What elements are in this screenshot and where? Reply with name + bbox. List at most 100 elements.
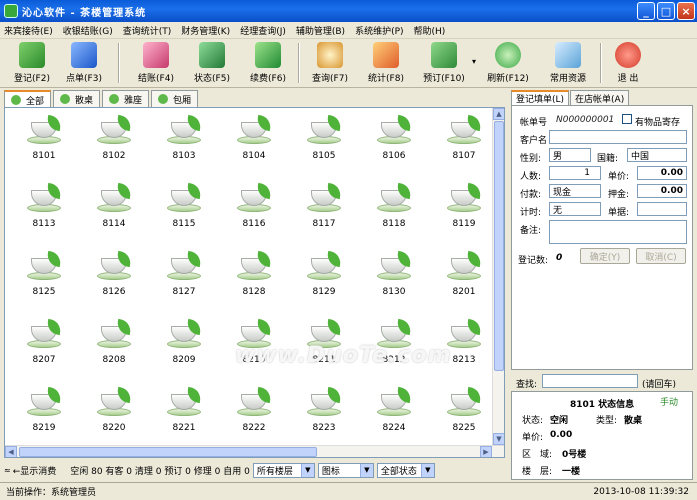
room-number: 8117 [312, 219, 336, 229]
horizontal-scroll-thumb[interactable] [19, 447, 317, 457]
menu-reception[interactable]: 来宾接待(E) [4, 24, 53, 37]
room-tile[interactable]: 8219 [16, 382, 72, 442]
menu-bar: 来宾接待(E) 收银结账(G) 查询统计(T) 财务管理(K) 经理查询(J) … [0, 22, 697, 39]
horizontal-scrollbar[interactable]: ◀ ▶ [5, 445, 504, 457]
tab-all[interactable]: 全部 [4, 90, 52, 108]
query-button[interactable]: 查询(F7) [306, 39, 354, 87]
teacup-icon [377, 250, 413, 284]
checkout-button[interactable]: 结账(F4) [132, 39, 180, 87]
room-tile[interactable]: 8223 [296, 382, 352, 442]
vertical-scroll-thumb[interactable] [494, 121, 504, 371]
minimize-button[interactable]: _ [637, 2, 655, 20]
exit-button[interactable]: 退 出 [608, 39, 648, 87]
menu-system[interactable]: 系统维护(P) [355, 24, 403, 37]
room-tile[interactable]: 8129 [296, 246, 352, 306]
menu-help[interactable]: 帮助(H) [414, 24, 446, 37]
pledge-input[interactable]: 0.00 [637, 184, 687, 198]
status-button[interactable]: 状态(F5) [188, 39, 236, 87]
refresh-button[interactable]: 刷新(F12) [482, 39, 534, 87]
room-tile[interactable]: 8118 [366, 178, 422, 238]
unit-price-value: 0.00 [550, 430, 573, 440]
nationality-select[interactable]: 中国 [627, 148, 687, 162]
room-tile[interactable]: 8113 [16, 178, 72, 238]
customer-input[interactable] [549, 130, 687, 144]
room-number: 8113 [32, 219, 56, 229]
room-tile[interactable]: 8209 [156, 314, 212, 374]
room-tile[interactable]: 8224 [366, 382, 422, 442]
room-tile[interactable]: 8117 [296, 178, 352, 238]
room-tile[interactable]: 8116 [226, 178, 282, 238]
room-tile[interactable]: 8126 [86, 246, 142, 306]
room-tile[interactable]: 8208 [86, 314, 142, 374]
room-tile[interactable]: 8114 [86, 178, 142, 238]
vertical-scrollbar[interactable]: ▲ ▼ [492, 108, 504, 445]
room-tile[interactable]: 8115 [156, 178, 212, 238]
remark-input[interactable] [549, 220, 687, 244]
tab-private-rooms[interactable]: 包厢 [151, 90, 199, 107]
room-tile[interactable]: 8125 [16, 246, 72, 306]
confirm-button[interactable]: 确定(Y) [580, 248, 630, 264]
teacup-icon [447, 182, 483, 216]
room-tile[interactable]: 8201 [436, 246, 492, 306]
reserve-button[interactable]: 预订(F10) [418, 39, 470, 87]
menu-auxiliary[interactable]: 辅助管理(B) [296, 24, 345, 37]
toggle-chevron-icon[interactable]: ≈ [4, 466, 11, 475]
room-tile[interactable]: 8107 [436, 110, 492, 170]
deposit-checkbox[interactable] [622, 114, 632, 124]
scroll-right-icon[interactable]: ▶ [480, 446, 492, 457]
search-input[interactable] [542, 374, 638, 388]
tab-booths[interactable]: 雅座 [102, 90, 150, 107]
room-number: 8116 [242, 219, 266, 229]
room-tile[interactable]: 8127 [156, 246, 212, 306]
floor-select[interactable]: 所有楼层 ▼ [252, 462, 315, 478]
room-tile[interactable]: 8130 [366, 246, 422, 306]
room-tile[interactable]: 8105 [296, 110, 352, 170]
menu-query-stats[interactable]: 查询统计(T) [123, 24, 172, 37]
room-tile[interactable]: 8106 [366, 110, 422, 170]
teacup-icon [377, 182, 413, 216]
manual-toggle[interactable]: 手动 [660, 395, 678, 408]
room-tile[interactable]: 8101 [16, 110, 72, 170]
scroll-down-icon[interactable]: ▼ [493, 433, 504, 445]
gender-select[interactable]: 男 [549, 148, 591, 162]
payment-select[interactable]: 现金 [549, 184, 601, 198]
maximize-button[interactable]: □ [657, 2, 675, 20]
room-tile[interactable]: 8207 [16, 314, 72, 374]
payment-label: 付款: [520, 190, 542, 200]
view-select[interactable]: 图标 ▼ [317, 462, 374, 478]
price-input[interactable]: 0.00 [637, 166, 687, 180]
menu-manager-query[interactable]: 经理查询(J) [240, 24, 286, 37]
reserve-dropdown-icon[interactable]: ▾ [472, 57, 476, 66]
room-tile[interactable]: 8102 [86, 110, 142, 170]
register-button[interactable]: 登记(F2) [8, 39, 56, 87]
resources-button[interactable]: 常用资源 [542, 39, 594, 87]
room-tile[interactable]: 8222 [226, 382, 282, 442]
area-value: 0号楼 [562, 450, 587, 460]
room-tile[interactable]: 8220 [86, 382, 142, 442]
menu-cashier[interactable]: 收银结账(G) [63, 24, 113, 37]
room-tile[interactable]: 8128 [226, 246, 282, 306]
show-consumption-toggle[interactable]: ←显示消费 [13, 464, 57, 477]
tab-register-form[interactable]: 登记填单(L) [511, 90, 570, 105]
room-tile[interactable]: 8103 [156, 110, 212, 170]
close-button[interactable]: × [677, 2, 695, 20]
order-button[interactable]: 点单(F3) [60, 39, 108, 87]
room-tile[interactable]: 8104 [226, 110, 282, 170]
stats-button[interactable]: 统计(F8) [362, 39, 410, 87]
menu-finance[interactable]: 财务管理(K) [181, 24, 230, 37]
renew-button[interactable]: 续费(F6) [244, 39, 292, 87]
room-number: 8207 [32, 355, 56, 365]
room-tile[interactable]: 8221 [156, 382, 212, 442]
cancel-button[interactable]: 取消(C) [636, 248, 686, 264]
voucher-input[interactable] [637, 202, 687, 216]
state-select[interactable]: 全部状态 ▼ [376, 462, 435, 478]
room-tile[interactable]: 8225 [436, 382, 492, 442]
scroll-up-icon[interactable]: ▲ [493, 108, 504, 120]
tab-tables[interactable]: 散桌 [53, 90, 101, 107]
tab-in-store-bills[interactable]: 在店帐单(A) [570, 90, 630, 105]
people-stepper[interactable]: 1 [549, 166, 601, 180]
room-tile[interactable]: 8119 [436, 178, 492, 238]
operator-text: 当前操作：系统管理员 [6, 488, 97, 498]
scroll-left-icon[interactable]: ◀ [5, 446, 17, 457]
timing-select[interactable]: 无 [549, 202, 601, 216]
